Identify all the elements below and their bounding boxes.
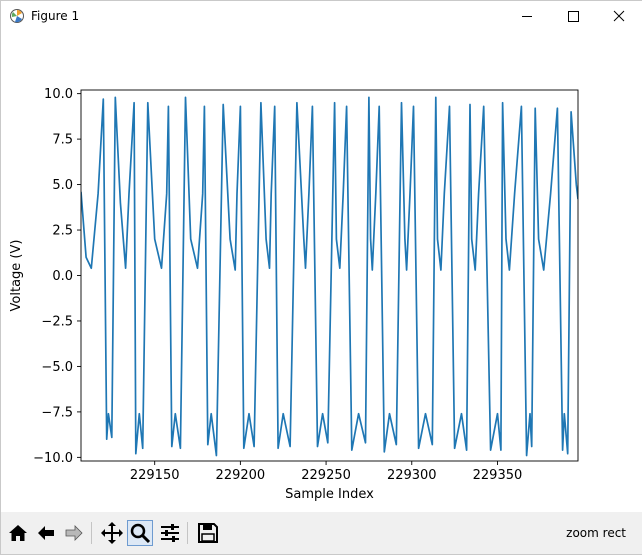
y-tick-label: −5.0 xyxy=(41,360,73,375)
zoom-icon xyxy=(130,523,151,544)
sliders-icon xyxy=(161,524,179,542)
zoom-button[interactable] xyxy=(127,520,153,546)
move-icon xyxy=(101,522,123,544)
x-tick-label: 229300 xyxy=(387,468,437,483)
y-axis-label: Voltage (V) xyxy=(9,240,24,312)
y-tick-label: 7.5 xyxy=(52,133,73,148)
minimize-button[interactable] xyxy=(504,1,550,32)
home-icon xyxy=(9,525,27,541)
figure-window: Figure 1 229150 229200 229250 229300 229350 1… xyxy=(0,0,642,555)
series-line-0 xyxy=(81,96,578,457)
y-tick-label: 10.0 xyxy=(44,87,73,102)
close-icon xyxy=(613,10,625,22)
pan-button[interactable] xyxy=(99,520,125,546)
save-button[interactable] xyxy=(195,520,221,546)
y-tick-label: −10.0 xyxy=(33,451,73,466)
navigation-toolbar: zoom rect xyxy=(1,512,642,554)
maximize-button[interactable] xyxy=(550,1,596,32)
forward-button[interactable] xyxy=(61,520,87,546)
configure-subplots-button[interactable] xyxy=(157,520,183,546)
save-icon xyxy=(198,523,218,543)
maximize-icon xyxy=(568,11,579,22)
line-chart[interactable]: 229150 229200 229250 229300 229350 10.0 7.5 5.0… xyxy=(1,32,642,511)
close-button[interactable] xyxy=(596,1,642,32)
figure-canvas[interactable]: 229150 229200 229250 229300 229350 10.0 7.5 5.0… xyxy=(1,32,642,511)
toolbar-separator xyxy=(187,522,188,544)
title-bar[interactable]: Figure 1 xyxy=(1,1,642,32)
x-axis-label: Sample Index xyxy=(285,487,374,502)
back-button[interactable] xyxy=(33,520,59,546)
y-tick-label: 5.0 xyxy=(52,178,73,193)
toolbar-status: zoom rect xyxy=(566,526,626,540)
y-tick-label: −7.5 xyxy=(41,405,73,420)
x-tick-label: 229200 xyxy=(216,468,266,483)
back-arrow-icon xyxy=(38,526,54,540)
toolbar-separator xyxy=(91,522,92,544)
x-tick-label: 229250 xyxy=(301,468,351,483)
window-title: Figure 1 xyxy=(31,9,80,23)
y-tick-label: −2.5 xyxy=(41,314,73,329)
y-tick-label: 0.0 xyxy=(52,269,73,284)
minimize-icon xyxy=(522,16,532,17)
forward-arrow-icon xyxy=(65,525,83,541)
matplotlib-logo-icon xyxy=(10,9,24,23)
y-tick-label: 2.5 xyxy=(52,224,73,239)
home-button[interactable] xyxy=(5,520,31,546)
x-tick-label: 229350 xyxy=(473,468,523,483)
x-tick-label: 229150 xyxy=(130,468,180,483)
